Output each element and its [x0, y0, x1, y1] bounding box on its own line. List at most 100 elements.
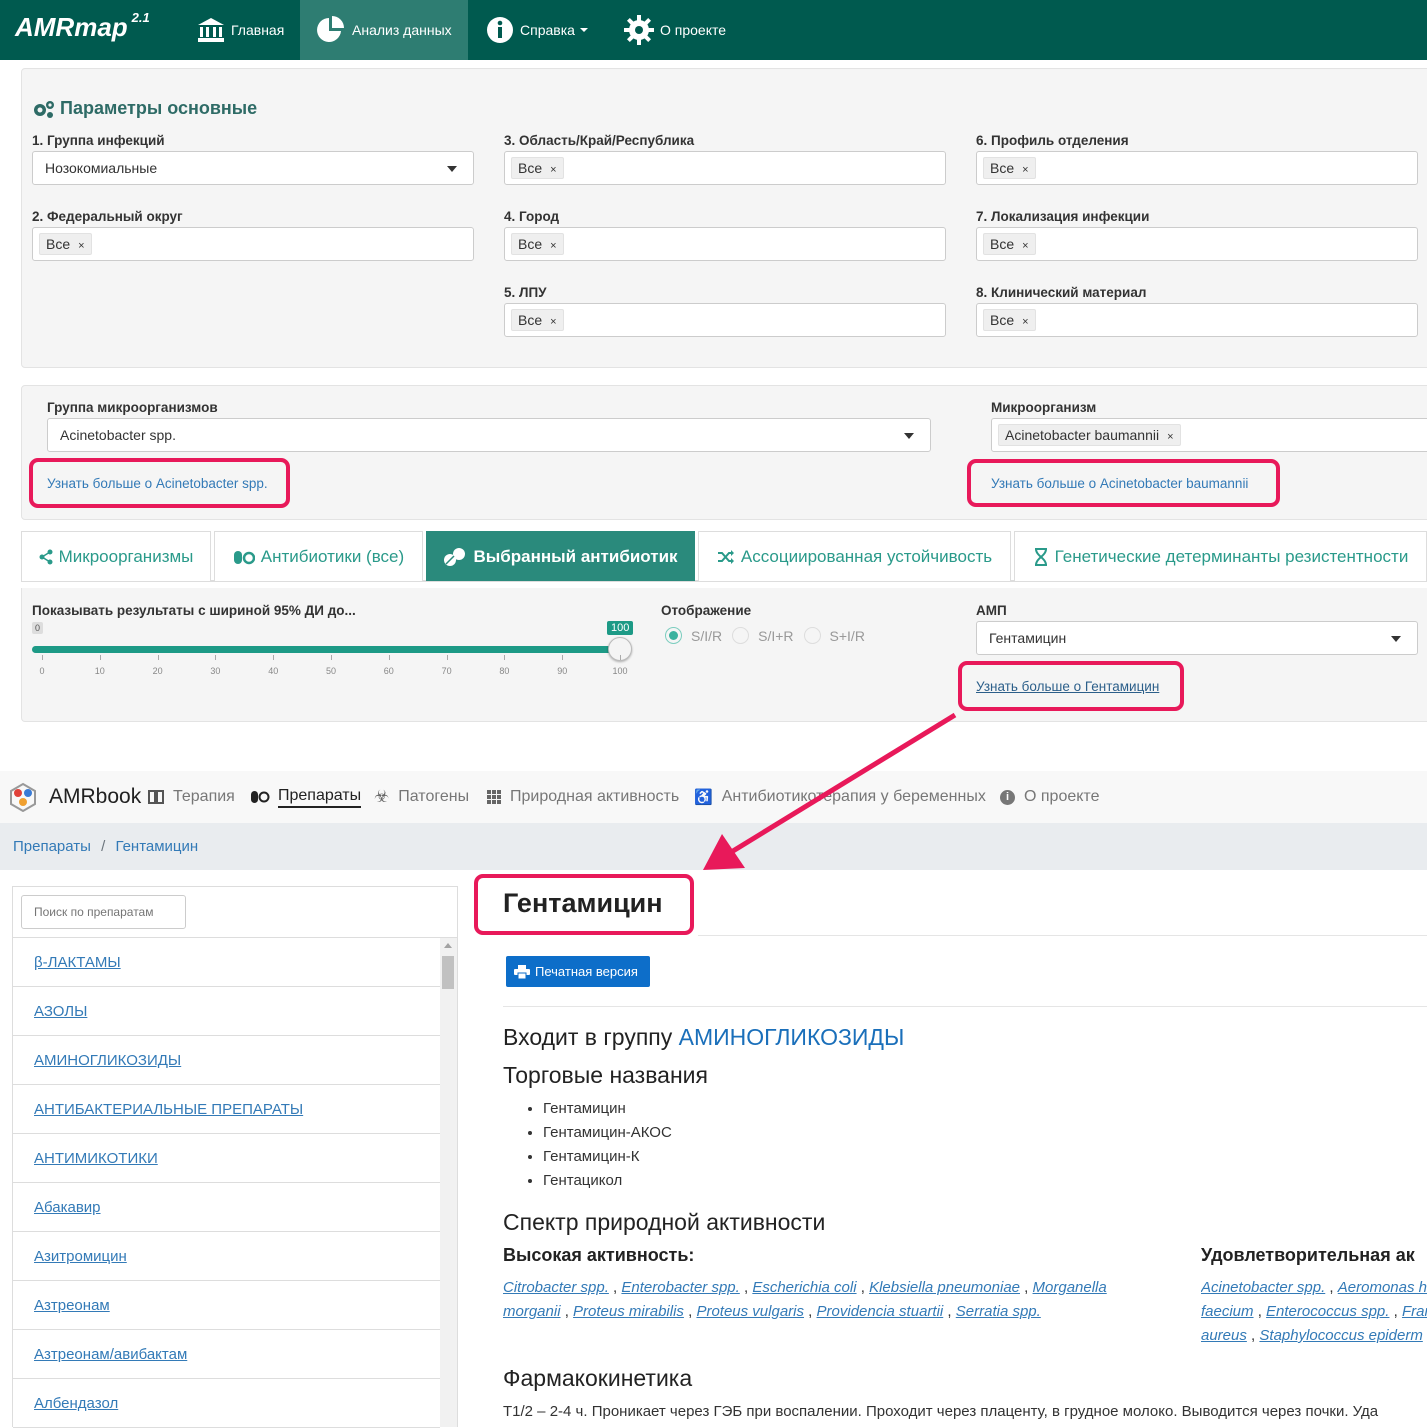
- sidebar-drug-item[interactable]: АНТИМИКОТИКИ: [13, 1134, 440, 1183]
- chip-remove-icon[interactable]: ×: [78, 240, 84, 252]
- radio-s-ir[interactable]: [803, 627, 821, 644]
- bacteria-link[interactable]: aureus: [1201, 1327, 1247, 1344]
- bacteria-link[interactable]: Enterobacter spp.: [621, 1279, 739, 1296]
- tab-microorganisms[interactable]: Микроорганизмы: [21, 531, 211, 581]
- learn-more-organism-link[interactable]: Узнать больше о Acinetobacter baumannii: [991, 476, 1248, 491]
- federal-district-select[interactable]: Все ×: [32, 227, 474, 261]
- nav-analysis[interactable]: Анализ данных: [300, 0, 468, 60]
- infection-group-select[interactable]: Нозокомиальные: [32, 151, 474, 185]
- localization-select[interactable]: Все ×: [976, 227, 1418, 261]
- group-link[interactable]: АМИНОГЛИКОЗИДЫ: [679, 1024, 905, 1050]
- tab-genetic-determinants[interactable]: Генетические детерминанты резистентности: [1014, 531, 1427, 581]
- chip-remove-icon[interactable]: ×: [550, 164, 556, 176]
- scrollbar-thumb[interactable]: [442, 956, 454, 989]
- sidebar-drug-item[interactable]: АМИНОГЛИКОЗИДЫ: [13, 1036, 440, 1085]
- share-icon: [39, 549, 53, 564]
- drug-search-input[interactable]: [21, 895, 186, 929]
- organism-select[interactable]: Acinetobacter baumannii ×: [991, 418, 1427, 452]
- chip-remove-icon[interactable]: ×: [550, 240, 556, 252]
- chip-remove-icon[interactable]: ×: [550, 316, 556, 328]
- amrbook-nav-pathogens[interactable]: ☣ Патогены: [374, 773, 469, 821]
- sidebar-drug-link[interactable]: Азтреонам/авибактам: [34, 1346, 187, 1363]
- chip-all: Все ×: [983, 157, 1036, 179]
- slider-tick-label: 40: [268, 666, 279, 676]
- bacteria-link[interactable]: Proteus vulgaris: [696, 1303, 804, 1320]
- scroll-up-icon[interactable]: [444, 943, 452, 948]
- slider-tick-label: 10: [94, 666, 105, 676]
- brand-logo[interactable]: AMRmap 2.1: [15, 10, 150, 43]
- micro-group-label: Группа микроорганизмов: [47, 400, 218, 415]
- bacteria-link[interactable]: Enterococcus spp.: [1266, 1303, 1389, 1320]
- radio-sir[interactable]: [665, 627, 682, 644]
- sidebar-drug-link[interactable]: Албендазол: [34, 1395, 118, 1412]
- radio-si-r[interactable]: [732, 627, 750, 644]
- bacteria-link[interactable]: Klebsiella pneumoniae: [869, 1279, 1020, 1296]
- amrbook-nav-about[interactable]: iО проекте: [1000, 773, 1099, 821]
- learn-more-amp-link[interactable]: Узнать больше о Гентамицин: [976, 679, 1159, 694]
- slider-tick-label: 100: [612, 666, 628, 676]
- slider-tick-label: 20: [152, 666, 163, 676]
- sidebar-drug-item[interactable]: Албендазол: [13, 1379, 440, 1428]
- params-title-text: Параметры основные: [60, 98, 258, 118]
- nav-help[interactable]: Справка: [472, 0, 602, 60]
- nav-analysis-label: Анализ данных: [352, 22, 452, 38]
- sidebar-drug-link[interactable]: Абакавир: [34, 1199, 101, 1216]
- tab-antibiotics-all[interactable]: Антибиотики (все): [214, 531, 423, 581]
- sidebar-drug-item[interactable]: β-ЛАКТАМЫ: [13, 938, 440, 987]
- material-select[interactable]: Все ×: [976, 303, 1418, 337]
- slider-tick-mark: [562, 655, 564, 660]
- hospital-select[interactable]: Все ×: [504, 303, 946, 337]
- bacteria-link[interactable]: faecium: [1201, 1303, 1254, 1320]
- breadcrumb-drugs-link[interactable]: Препараты: [13, 838, 91, 855]
- amp-select[interactable]: Гентамицин: [976, 621, 1418, 655]
- sidebar-drug-link[interactable]: β-ЛАКТАМЫ: [34, 954, 121, 971]
- chip-remove-icon[interactable]: ×: [1022, 164, 1028, 176]
- nav-about[interactable]: О проекте: [610, 0, 740, 60]
- slider-tick-mark: [331, 655, 332, 660]
- tab-associated-resistance[interactable]: Ассоциированная устойчивость: [698, 531, 1011, 581]
- sidebar-drug-link[interactable]: АНТИБАКТЕРИАЛЬНЫЕ ПРЕПАРАТЫ: [34, 1101, 303, 1118]
- sidebar-drug-item[interactable]: Азитромицин: [13, 1232, 440, 1281]
- sidebar-drug-link[interactable]: Азтреонам: [34, 1297, 110, 1314]
- chip-remove-icon[interactable]: ×: [1022, 316, 1028, 328]
- shuffle-icon: [717, 549, 734, 564]
- tab-selected-antibiotic[interactable]: Выбранный антибиотик: [426, 531, 695, 581]
- amrbook-nav-therapy[interactable]: Терапия: [148, 773, 235, 821]
- bacteria-link[interactable]: Providencia stuartii: [817, 1303, 944, 1320]
- amrbook-nav-drugs[interactable]: Препараты: [250, 773, 362, 821]
- print-button[interactable]: Печатная версия: [506, 956, 650, 987]
- sidebar-drug-item[interactable]: Азтреонам: [13, 1281, 440, 1330]
- sidebar-drug-link[interactable]: Азитромицин: [34, 1248, 127, 1265]
- region-select[interactable]: Все ×: [504, 151, 946, 185]
- nav-home[interactable]: Главная: [183, 0, 298, 60]
- bacteria-link[interactable]: Citrobacter spp.: [503, 1279, 609, 1296]
- learn-more-group-link[interactable]: Узнать больше о Acinetobacter spp.: [47, 476, 268, 491]
- amrbook-nav-natural-activity[interactable]: Природная активность: [487, 773, 679, 821]
- chip-remove-icon[interactable]: ×: [1022, 240, 1028, 252]
- sidebar-drug-item[interactable]: Абакавир: [13, 1183, 440, 1232]
- bacteria-link[interactable]: Proteus mirabilis: [573, 1303, 684, 1320]
- amrbook-brand[interactable]: AMRbook: [49, 785, 141, 809]
- sidebar-drug-link[interactable]: АЗОЛЫ: [34, 1003, 87, 1020]
- bacteria-link[interactable]: Serratia spp.: [956, 1303, 1041, 1320]
- city-select[interactable]: Все ×: [504, 227, 946, 261]
- sidebar-scrollbar[interactable]: [440, 938, 457, 1427]
- micro-group-select[interactable]: Acinetobacter spp.: [47, 418, 931, 452]
- sidebar-drug-item[interactable]: Азтреонам/авибактам: [13, 1330, 440, 1379]
- bacteria-link[interactable]: Escherichia coli: [752, 1279, 856, 1296]
- sidebar-drug-item[interactable]: АЗОЛЫ: [13, 987, 440, 1036]
- info-icon: i: [1000, 789, 1015, 805]
- sidebar-drug-link[interactable]: АМИНОГЛИКОЗИДЫ: [34, 1052, 181, 1069]
- bacteria-link[interactable]: Fran: [1402, 1303, 1427, 1320]
- department-select[interactable]: Все ×: [976, 151, 1418, 185]
- bacteria-link[interactable]: Acinetobacter spp.: [1201, 1279, 1325, 1296]
- bacteria-link[interactable]: Staphylococcus epiderm: [1259, 1327, 1422, 1344]
- slider-track[interactable]: [32, 646, 620, 653]
- sidebar-drug-item[interactable]: АНТИБАКТЕРИАЛЬНЫЕ ПРЕПАРАТЫ: [13, 1085, 440, 1134]
- amp-label: АМП: [976, 603, 1007, 618]
- chip-remove-icon[interactable]: ×: [1167, 431, 1173, 443]
- bacteria-link[interactable]: Aeromonas h: [1338, 1279, 1427, 1296]
- amrbook-nav-pregnancy[interactable]: ♿ Антибиотикотерапия у беременных: [694, 773, 986, 821]
- slider-tick-mark: [157, 655, 159, 660]
- sidebar-drug-link[interactable]: АНТИМИКОТИКИ: [34, 1150, 158, 1167]
